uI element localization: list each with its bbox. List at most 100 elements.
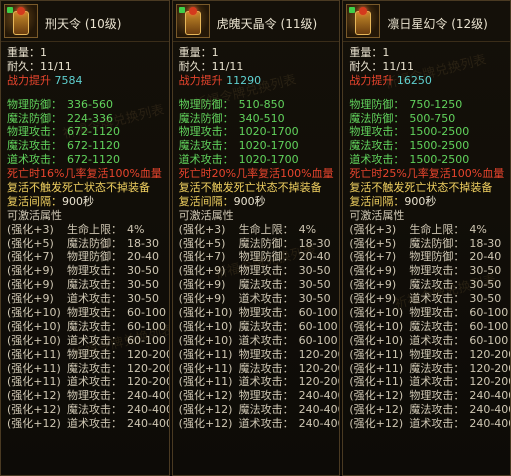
item-name: 虎魄天晶令 [216, 17, 277, 31]
stat-value: 672-1120 [67, 153, 120, 167]
stat-row: 魔法防御： 224-336 [7, 112, 169, 126]
bonus-value: 240-400 [298, 389, 341, 403]
stat-label: 道术攻击： [349, 153, 405, 167]
bonus-label: 道术攻击： [409, 333, 465, 347]
bonus-row: (强化+11) 道术攻击： 120-200 [7, 375, 169, 389]
bonus-label: 魔法攻击： [409, 403, 465, 417]
bonus-level: (强化+11) [7, 375, 61, 389]
stat-value: 500-750 [409, 111, 456, 125]
bonus-value: 60-100 [127, 306, 166, 320]
stat-label: 魔法防御： [7, 111, 62, 125]
stat-label: 魔法防御： [178, 111, 234, 125]
bonus-row: (强化+9) 魔法攻击： 30-50 [179, 278, 340, 292]
bonus-row: (强化+9) 魔法攻击： 30-50 [349, 278, 510, 292]
bonus-list: (强化+3) 生命上限： 4% (强化+5) 魔法防御： 18-30 (强化+7) 物理防御：… [179, 223, 340, 431]
bonus-row: (强化+12) 道术攻击： 240-400 [349, 417, 510, 431]
bonus-level: (强化+10) [349, 319, 404, 333]
stat-value: 1500-2500 [409, 139, 470, 153]
revive-note: 复活不触发死亡状态不掉装备 [349, 181, 493, 195]
bonus-row: (强化+9) 物理攻击： 30-50 [7, 264, 169, 278]
bonus-row: (强化+12) 魔法攻击： 240-400 [179, 403, 340, 417]
bonus-label: 魔法攻击： [238, 403, 294, 417]
bonus-value: 20-40 [127, 250, 159, 264]
bonus-row: (强化+9) 物理攻击： 30-50 [349, 264, 510, 278]
bonus-level: (强化+7) [7, 250, 54, 264]
bonus-level: (强化+12) [7, 389, 61, 403]
bonus-label: 物理攻击： [238, 264, 294, 278]
bonus-value: 120-200 [298, 375, 341, 389]
bonus-level: (强化+12) [7, 403, 61, 417]
bonus-row: (强化+10) 魔法攻击： 60-100 [7, 320, 169, 334]
weight-label: 重量： [349, 46, 383, 59]
bonus-level: (强化+5) [178, 236, 226, 250]
bonus-label: 道术攻击： [238, 375, 294, 389]
bonus-row: (强化+12) 物理攻击： 240-400 [179, 389, 340, 403]
stat-row: 物理攻击： 1020-1700 [179, 125, 340, 139]
bonus-row: (强化+11) 道术攻击： 120-200 [349, 375, 510, 389]
bonus-value: 4% [298, 222, 317, 236]
bonus-value: 4% [469, 222, 487, 236]
bonus-level: (强化+12) [349, 389, 404, 403]
token-icon[interactable] [346, 4, 381, 38]
bonus-row: (强化+12) 道术攻击： 240-400 [7, 417, 169, 431]
weight-row: 重量：1 [349, 46, 510, 60]
bonus-level: (强化+10) [7, 333, 61, 347]
bonus-row: (强化+10) 物理攻击： 60-100 [7, 306, 169, 320]
stat-value: 1020-1700 [238, 153, 299, 167]
bonus-label: 物理攻击： [67, 389, 122, 403]
bonus-value: 20-40 [298, 250, 331, 264]
bonus-label: 道术攻击： [67, 417, 122, 431]
interval-label: 复活间隔： [7, 194, 62, 208]
bonus-row: (强化+12) 道术攻击： 240-400 [179, 417, 340, 431]
bonus-row: (强化+9) 魔法攻击： 30-50 [7, 278, 169, 292]
bonus-row: (强化+12) 物理攻击： 240-400 [7, 389, 169, 403]
bonus-row: (强化+10) 魔法攻击： 60-100 [179, 320, 340, 334]
weight-value: 1 [382, 46, 390, 59]
bonus-value: 30-50 [127, 278, 159, 292]
stat-value: 224-336 [67, 111, 113, 125]
bonus-level: (强化+11) [349, 347, 404, 361]
bonus-label: 物理攻击： [238, 347, 294, 361]
stat-label: 物理防御： [349, 97, 405, 111]
bonus-value: 60-100 [469, 319, 509, 333]
bonus-value: 240-400 [469, 389, 511, 403]
bonus-value: 30-50 [298, 292, 331, 306]
revive-chance: 死亡时16%几率复活100%血量 [7, 167, 162, 181]
bonus-label: 道术攻击： [238, 292, 294, 306]
bonus-value: 30-50 [298, 278, 331, 292]
bonus-level: (强化+9) [349, 264, 397, 278]
bonus-row: (强化+11) 魔法攻击： 120-200 [349, 362, 510, 376]
bonus-row: (强化+11) 物理攻击： 120-200 [349, 348, 510, 362]
activatable-heading: 可激活属性 [7, 208, 62, 222]
token-icon[interactable] [175, 4, 210, 38]
stat-value: 672-1120 [67, 125, 120, 139]
stat-row: 道术攻击： 1500-2500 [349, 153, 510, 167]
bonus-label: 物理攻击： [409, 264, 465, 278]
bonus-label: 魔法攻击： [67, 319, 122, 333]
bonus-value: 240-400 [127, 417, 170, 431]
bonus-label: 物理防御： [67, 250, 122, 264]
token-icon[interactable] [4, 4, 38, 38]
item-name: 刑天令 [45, 17, 82, 31]
bonus-row: (强化+5) 魔法防御： 18-30 [7, 237, 169, 251]
bonus-level: (强化+12) [7, 417, 61, 431]
stat-label: 物理防御： [7, 97, 62, 111]
bonus-value: 60-100 [298, 333, 338, 347]
bonus-level: (强化+11) [7, 361, 61, 375]
bonus-value: 240-400 [469, 403, 511, 417]
bonus-label: 魔法攻击： [409, 278, 465, 292]
item-tooltips: 祈福令牌兑换列表 祈福令牌兑换列表 刑天令 (10级) 重量：1 耐久：11/1… [0, 0, 511, 476]
bonus-label: 魔法攻击： [238, 361, 294, 375]
bonus-list: (强化+3) 生命上限： 4% (强化+5) 魔法防御： 18-30 (强化+7) 物理防御：… [349, 223, 510, 431]
bonus-level: (强化+12) [178, 417, 233, 431]
bonus-value: 120-200 [298, 361, 341, 375]
weight-value: 1 [40, 46, 47, 59]
bonus-value: 240-400 [127, 403, 170, 417]
stat-label: 魔法攻击： [349, 139, 405, 153]
bonus-level: (强化+9) [7, 278, 54, 292]
bonus-label: 物理防御： [409, 250, 465, 264]
bonus-label: 物理攻击： [409, 306, 465, 320]
bonus-row: (强化+5) 魔法防御： 18-30 [179, 237, 340, 251]
bonus-level: (强化+7) [178, 250, 226, 264]
